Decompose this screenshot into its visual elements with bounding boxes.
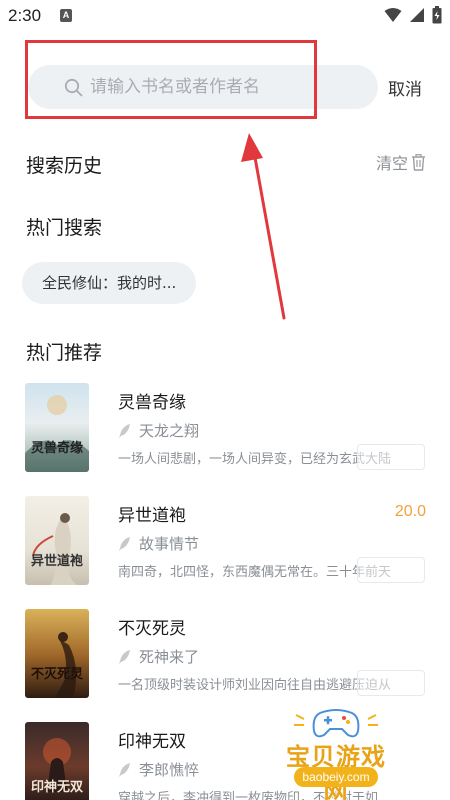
status-bar: 2:30 A [0,0,450,32]
book-cover[interactable]: 异世道袍 [25,496,89,585]
feather-icon [119,649,130,664]
book-cover[interactable]: 灵兽奇缘 [25,383,89,472]
search-history-title: 搜索历史 [26,155,103,177]
battery-icon [432,6,442,24]
highlight-box [25,40,317,119]
author-row: 死神来了 [118,646,199,667]
cover-title: 灵兽奇缘 [30,441,83,456]
book-cover[interactable]: 不灭死灵 [25,609,89,698]
clear-history-button[interactable]: 清空 [376,150,426,174]
book-tag [357,670,425,696]
author-name: 死神来了 [139,648,200,666]
watermark-url: baobeiy.com [294,767,378,787]
status-indicators [384,6,442,24]
author-name: 故事情节 [139,535,200,553]
wifi-icon [384,8,402,22]
cover-art-icon [25,395,89,472]
hot-search-title: 热门搜索 [26,217,103,239]
book-title: 不灭死灵 [118,619,186,639]
notification-a-icon: A [60,9,72,22]
hot-search-chip[interactable]: 全民修仙：我的时... [22,262,197,304]
book-score: 20.0 [394,503,426,520]
book-item[interactable]: 不灭死灵 不灭死灵 死神来了 一名顶级时装设计师刘业因向往自由逃避压迫从 [0,606,450,706]
book-title: 印神无双 [118,732,186,752]
author-name: 天龙之翔 [139,422,200,440]
cover-title: 印神无双 [30,780,83,795]
author-row: 李郎憔悴 [118,759,199,780]
book-cover[interactable]: 印神无双 [25,722,89,800]
feather-icon [119,536,130,551]
cancel-button[interactable]: 取消 [388,75,422,100]
cover-title: 不灭死灵 [30,667,83,682]
feather-icon [119,762,130,777]
author-name: 李郎憔悴 [139,761,200,779]
book-tag [357,557,425,583]
clear-label: 清空 [375,154,408,173]
author-row: 天龙之翔 [118,420,199,441]
status-time: 2:30 [8,6,42,25]
author-row: 故事情节 [118,533,199,554]
book-title: 灵兽奇缘 [118,393,186,413]
book-title: 异世道袍 [118,506,186,526]
recommend-title: 热门推荐 [26,342,103,364]
signal-icon [410,8,424,22]
book-item[interactable]: 异世道袍 异世道袍 20.0 故事情节 南四奇，北四怪，东西魔偶无常在。三十年前… [0,493,450,593]
book-tag [357,444,425,470]
cover-title: 异世道袍 [30,554,83,569]
trash-icon [412,153,425,171]
cover-art-icon [55,632,77,698]
book-item[interactable]: 灵兽奇缘 灵兽奇缘 天龙之翔 一场人间悲剧，一场人间异变，已经为玄武大陆 [0,380,450,480]
cover-art-icon [32,513,77,585]
feather-icon [119,423,130,438]
watermark: 宝贝游戏网 baobeiy.com [276,705,396,800]
